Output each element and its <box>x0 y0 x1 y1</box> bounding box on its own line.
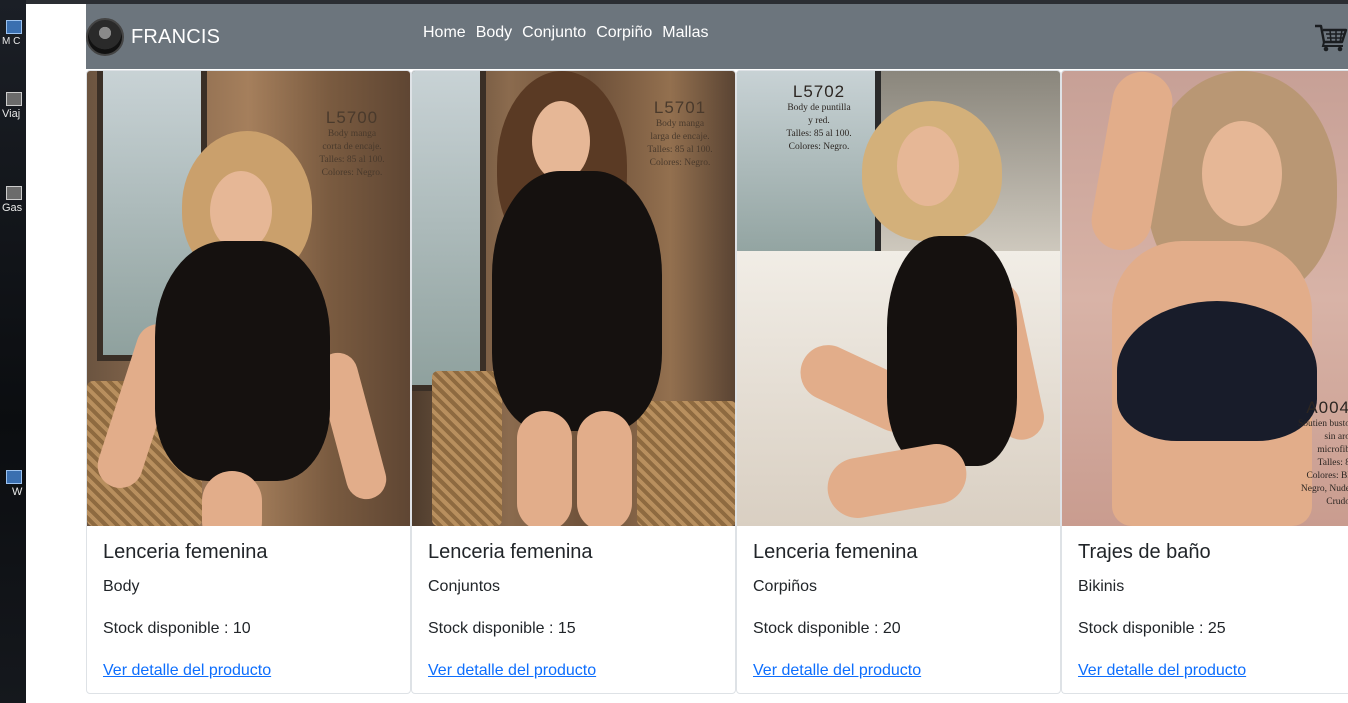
navbar: FRANCIS Home Body Conjunto Corpiño Malla… <box>86 4 1348 69</box>
catalog-text: Crudo <box>1326 497 1348 507</box>
desktop-background: M C Viaj Gas W <box>0 0 26 703</box>
product-card: A004 Soutien busto sin aro microfib Tall… <box>1061 70 1348 694</box>
catalog-text: Talles: 85 al 100. <box>319 155 385 165</box>
product-image[interactable]: L5702 Body de puntilla y red. Talles: 85… <box>737 71 1060 526</box>
desktop-shortcut-label: Gas <box>2 202 23 214</box>
product-subtitle: Corpiños <box>753 578 818 595</box>
brand-name: FRANCIS <box>131 25 221 48</box>
nav-link-body[interactable]: Body <box>476 24 512 42</box>
brand[interactable]: FRANCIS <box>86 17 220 57</box>
catalog-code: L5701 <box>653 98 707 117</box>
catalog-label: A004 Soutien busto sin aro microfib Tall… <box>1290 398 1348 509</box>
nav-link-mallas[interactable]: Mallas <box>662 24 708 42</box>
catalog-text: Colores: Negro. <box>788 142 850 152</box>
card-body: Lenceria femenina Corpiños Stock disponi… <box>753 541 1043 680</box>
desktop-shortcut[interactable]: M C <box>2 20 26 48</box>
folder-icon <box>6 20 22 34</box>
catalog-label: L5700 Body manga corta de encaje. Talles… <box>312 108 392 180</box>
product-image[interactable]: L5700 Body manga corta de encaje. Talles… <box>87 71 410 526</box>
product-title: Lenceria femenina <box>103 541 268 563</box>
desktop-shortcut-label: W <box>12 486 23 498</box>
product-detail-link[interactable]: Ver detalle del producto <box>753 662 921 679</box>
nav-link-conjunto[interactable]: Conjunto <box>522 24 586 42</box>
web-page: FRANCIS Home Body Conjunto Corpiño Malla… <box>26 4 1348 703</box>
catalog-text: corta de encaje. <box>322 142 382 152</box>
desktop-shortcut-label: M C <box>2 36 21 47</box>
catalog-text: sin aro <box>1324 432 1348 442</box>
product-image[interactable]: A004 Soutien busto sin aro microfib Tall… <box>1062 71 1348 526</box>
product-stock: Stock disponible : 10 <box>103 620 251 637</box>
nav-link-corpino[interactable]: Corpiño <box>596 24 652 42</box>
catalog-label: L5701 Body manga larga de encaje. Talles… <box>640 98 720 170</box>
catalog-code: L5700 <box>325 108 379 127</box>
product-stock: Stock disponible : 15 <box>428 620 576 637</box>
product-subtitle: Conjuntos <box>428 578 501 595</box>
catalog-text: Talles: 85 al 100. <box>647 145 713 155</box>
shortcut-icon <box>6 92 22 106</box>
product-detail-link[interactable]: Ver detalle del producto <box>103 662 271 679</box>
product-stock: Stock disponible : 25 <box>1078 620 1226 637</box>
catalog-text: microfib <box>1317 445 1348 455</box>
catalog-text: Talles: 8 <box>1317 458 1348 468</box>
product-subtitle: Body <box>103 578 140 595</box>
shortcut-icon <box>6 186 22 200</box>
desktop-shortcut[interactable]: Gas <box>2 186 26 214</box>
catalog-text: Colores: Negro. <box>321 168 383 178</box>
catalog-text: Negro, Nude <box>1300 484 1348 494</box>
card-body: Lenceria femenina Conjuntos Stock dispon… <box>428 541 718 680</box>
catalog-text: Soutien busto <box>1298 419 1348 429</box>
catalog-code: A004 <box>1306 398 1348 417</box>
brand-avatar <box>86 18 124 56</box>
nav-link-home[interactable]: Home <box>423 24 466 42</box>
desktop-shortcut[interactable]: W <box>2 470 26 498</box>
catalog-text: larga de encaje. <box>650 132 710 142</box>
product-title: Trajes de baño <box>1078 541 1211 563</box>
product-grid: L5700 Body manga corta de encaje. Talles… <box>86 70 1348 695</box>
shortcut-icon <box>6 470 22 484</box>
catalog-label: L5702 Body de puntilla y red. Talles: 85… <box>775 82 863 154</box>
catalog-text: y red. <box>808 116 830 126</box>
product-detail-link[interactable]: Ver detalle del producto <box>428 662 596 679</box>
product-stock: Stock disponible : 20 <box>753 620 901 637</box>
product-image[interactable]: L5701 Body manga larga de encaje. Talles… <box>412 71 735 526</box>
catalog-code: L5702 <box>792 82 846 101</box>
product-card: L5701 Body manga larga de encaje. Talles… <box>411 70 736 694</box>
card-body: Lenceria femenina Body Stock disponible … <box>103 541 393 680</box>
catalog-text: Talles: 85 al 100. <box>786 129 852 139</box>
card-body: Trajes de baño Bikinis Stock disponible … <box>1078 541 1348 680</box>
desktop-shortcut[interactable]: Viaj <box>2 92 26 120</box>
desktop-shortcut-label: Viaj <box>2 108 21 120</box>
product-card: L5700 Body manga corta de encaje. Talles… <box>86 70 411 694</box>
catalog-text: Body de puntilla <box>787 103 851 113</box>
cart-icon[interactable] <box>1314 22 1348 52</box>
catalog-text: Colores: Negro. <box>649 158 711 168</box>
catalog-text: Body manga <box>655 119 705 129</box>
product-detail-link[interactable]: Ver detalle del producto <box>1078 662 1246 679</box>
product-title: Lenceria femenina <box>753 541 918 563</box>
product-card: L5702 Body de puntilla y red. Talles: 85… <box>736 70 1061 694</box>
product-title: Lenceria femenina <box>428 541 593 563</box>
product-subtitle: Bikinis <box>1078 578 1125 595</box>
catalog-text: Body manga <box>327 129 377 139</box>
nav-links: Home Body Conjunto Corpiño Mallas <box>423 24 708 42</box>
catalog-text: Colores: Bl <box>1306 471 1348 481</box>
